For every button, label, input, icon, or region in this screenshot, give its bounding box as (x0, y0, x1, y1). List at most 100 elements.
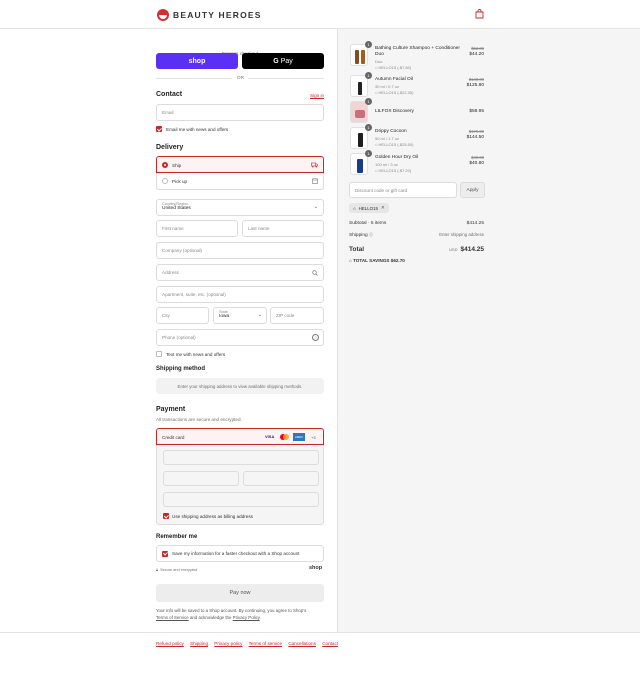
security-code-field[interactable] (243, 471, 319, 486)
privacy-link[interactable]: Privacy Policy (233, 615, 260, 620)
product-thumbnail (350, 101, 368, 123)
checkbox-checked[interactable] (163, 513, 169, 519)
delivery-title: Delivery (156, 144, 184, 151)
discount-tag: ⌂ HELLO15 ✕ (349, 203, 389, 213)
search-icon (312, 270, 318, 276)
or-divider: OR (156, 75, 324, 80)
shipping-method-title: Shipping method (156, 366, 205, 372)
zip-field[interactable]: ZIP code (270, 307, 324, 324)
brand-name: BEAUTY HEROES (173, 10, 262, 20)
checkbox-unchecked[interactable] (156, 351, 162, 357)
email-news-checkbox-row[interactable]: Email me with news and offers (156, 126, 228, 132)
footer-link-contact[interactable]: Contact (322, 641, 338, 646)
product-item: 1 Golden Hour Dry Oil 100 ml / 3 oz ⌂ HE… (350, 150, 484, 179)
secure-note: 🔒︎ Secure and encrypted (156, 567, 198, 572)
card-number-field[interactable] (163, 450, 319, 465)
payment-subtitle: All transactions are secure and encrypte… (156, 417, 242, 422)
total-savings-row: ⌂ TOTAL SAVINGS $62.70 (349, 258, 405, 263)
country-select[interactable]: Country/Region United States ⌄ (156, 199, 324, 216)
name-on-card-field[interactable] (163, 492, 319, 507)
amex-icon: AMEX (293, 433, 305, 441)
apartment-field[interactable]: Apartment, suite, etc. (optional) (156, 286, 324, 303)
pickup-option[interactable]: Pick up (156, 173, 324, 190)
product-name: Drippy Cocoon (375, 129, 407, 134)
help-icon[interactable]: ? (312, 334, 319, 341)
sign-in-link[interactable]: Sign in (310, 93, 324, 98)
contact-title: Contact (156, 91, 183, 98)
shop-pay-button[interactable]: shop (156, 53, 238, 69)
google-pay-button[interactable]: G Pay (242, 53, 324, 69)
ship-option[interactable]: Ship (156, 156, 324, 173)
shipping-method-placeholder: Enter your shipping address to view avai… (156, 378, 324, 394)
product-price: $58.95 (469, 109, 484, 114)
radio-selected[interactable] (162, 162, 168, 168)
terms-link[interactable]: Terms of Service (156, 615, 189, 620)
footer-link-terms[interactable]: Terms of service (249, 641, 282, 646)
footer-link-privacy[interactable]: Privacy policy (214, 641, 242, 646)
footer-link-shipping[interactable]: Shipping (190, 641, 208, 646)
phone-field[interactable]: Phone (optional) ? (156, 329, 324, 346)
product-thumbnail (350, 127, 368, 149)
brand-logo[interactable]: BEAUTY HEROES (157, 9, 262, 21)
expiry-field[interactable] (163, 471, 239, 486)
quantity-badge: 1 (365, 150, 372, 157)
chevron-down-icon: ⌄ (257, 312, 262, 318)
footer-link-cancellations[interactable]: Cancellations (288, 641, 316, 646)
shipping-row: Shipping ⓘ Enter shipping address (349, 232, 484, 238)
card-details-panel: Use shipping address as billing address (156, 445, 324, 525)
state-select[interactable]: State Iowa ⌄ (213, 307, 267, 324)
remove-discount-icon[interactable]: ✕ (381, 205, 385, 211)
remember-me-title: Remember me (156, 534, 198, 540)
company-field[interactable]: Company (optional) (156, 242, 324, 259)
last-name-field[interactable]: Last name (242, 220, 324, 237)
mastercard-icon (280, 434, 289, 440)
credit-card-option[interactable]: Credit card VISA AMEX +3 (156, 428, 324, 445)
store-icon (312, 178, 318, 184)
billing-same-checkbox-row[interactable]: Use shipping address as billing address (163, 513, 253, 519)
product-item: 1 Autumn Facial Oil 30 ml / 0.7 oz ⌂ HEL… (350, 72, 484, 101)
checkbox-checked[interactable] (162, 550, 168, 557)
product-name: Golden Hour Dry Oil (375, 155, 419, 160)
truck-icon (311, 162, 318, 168)
save-info-checkbox-row[interactable]: Save my information for a faster checkou… (156, 545, 324, 562)
city-field[interactable]: City (156, 307, 209, 324)
subtotal-row: Subtotal · 5 items $414.25 (349, 221, 484, 226)
product-discount: ⌂ HELLO15 (-$25.50) (375, 142, 414, 147)
lock-icon: 🔒︎ (156, 567, 159, 572)
info-icon[interactable]: ⓘ (369, 232, 373, 237)
footer-link-refund[interactable]: Refund policy (156, 641, 184, 646)
product-variant: Duo (375, 59, 383, 64)
radio-empty[interactable] (162, 178, 168, 184)
product-variant: 100 ml / 3 oz (375, 162, 398, 167)
product-variant: 30 ml / 0.7 oz (375, 84, 400, 89)
quantity-badge: 1 (365, 124, 372, 131)
checkbox-checked[interactable] (156, 126, 162, 132)
address-field[interactable]: Address (156, 264, 324, 281)
more-cards-count: +3 (311, 435, 316, 440)
product-name: Autumn Facial Oil (375, 77, 413, 82)
product-price: $144.50 (466, 135, 484, 140)
google-g-icon: G (273, 57, 279, 65)
product-variant: 50 ml / 1.7 oz (375, 136, 400, 141)
product-item: 1 Drippy Cocoon 50 ml / 1.7 oz ⌂ HELLO15… (350, 124, 484, 153)
product-discount: ⌂ HELLO15 (-$22.35) (375, 90, 414, 95)
pay-now-button[interactable]: Pay now (156, 584, 324, 602)
discount-code-field[interactable]: Discount code or gift card (349, 182, 457, 198)
logo-icon (157, 9, 169, 21)
email-field[interactable]: Email (156, 104, 324, 121)
first-name-field[interactable]: First name (156, 220, 238, 237)
text-news-checkbox-row[interactable]: Text me with news and offers (156, 351, 225, 357)
product-item: 1 LILFOX Discovery $58.95 (350, 98, 484, 127)
shopping-bag-icon[interactable] (475, 9, 484, 19)
footer-divider (0, 632, 640, 633)
product-item: 1 Bathing Culture Shampoo + Conditioner … (350, 41, 484, 70)
product-discount: ⌂ HELLO15 (-$7.20) (375, 168, 412, 173)
product-original-price: $48.00 (471, 155, 484, 160)
product-original-price: $52.00 (471, 46, 484, 51)
product-name: Bathing Culture Shampoo + Conditioner Du… (375, 46, 460, 57)
chevron-down-icon: ⌄ (313, 204, 318, 210)
apply-button[interactable]: Apply (460, 182, 485, 198)
visa-icon: VISA (265, 434, 275, 439)
product-discount: ⌂ HELLO15 (-$7.80) (375, 65, 412, 70)
product-price: $125.80 (466, 83, 484, 88)
